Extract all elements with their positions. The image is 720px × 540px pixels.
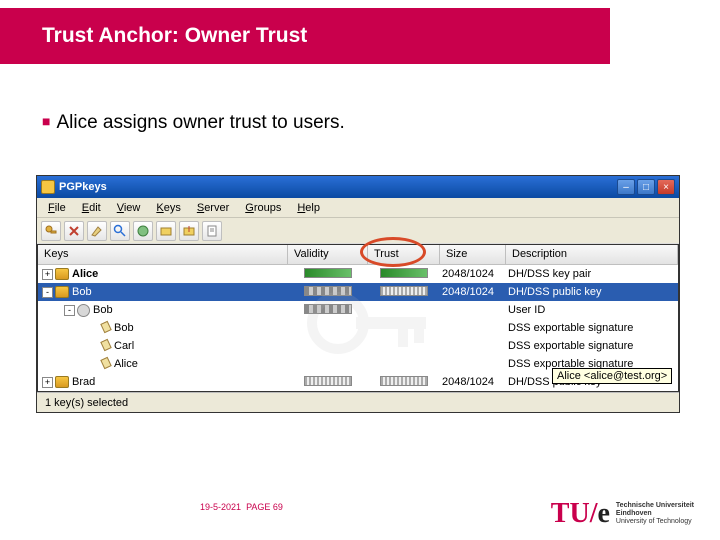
size-cell: 2048/1024 — [440, 376, 506, 388]
menu-groups[interactable]: Groups — [238, 200, 288, 216]
tue-logo: TU/e Technische Universiteit Eindhoven U… — [551, 498, 694, 530]
minimize-button[interactable]: – — [617, 179, 635, 195]
key-name: Bob — [114, 322, 134, 334]
user-icon — [77, 304, 90, 317]
toolbar-export-icon[interactable] — [179, 221, 199, 241]
key-row[interactable]: + Alice 2048/1024DH/DSS key pair — [38, 265, 678, 283]
validity-bar — [304, 268, 352, 278]
slide-title-bar: Trust Anchor: Owner Trust — [0, 8, 610, 64]
col-trust[interactable]: Trust — [368, 245, 440, 264]
slide-bullet: ■ Alice assigns owner trust to users. — [42, 112, 345, 134]
app-icon — [41, 180, 55, 194]
sig-icon — [99, 358, 111, 370]
toolbar-sign-icon[interactable] — [87, 221, 107, 241]
expand-toggle[interactable]: + — [42, 269, 53, 280]
key-name: Brad — [72, 376, 95, 388]
toolbar-server-icon[interactable] — [133, 221, 153, 241]
watermark-key-icon — [298, 285, 438, 405]
toolbar-search-icon[interactable] — [110, 221, 130, 241]
bullet-text: Alice assigns owner trust to users. — [56, 112, 344, 133]
desc-cell: DSS exportable signature — [506, 340, 678, 352]
grid-header: Keys Validity Trust Size Description — [38, 245, 678, 265]
toolbar-new-key-icon[interactable] — [41, 221, 61, 241]
trust-bar — [380, 268, 428, 278]
menu-help[interactable]: Help — [290, 200, 327, 216]
desc-cell: DSS exportable signature — [506, 322, 678, 334]
slide-footer: 19-5-2021 PAGE 69 — [200, 502, 283, 512]
expand-toggle[interactable]: - — [42, 287, 53, 298]
slide-title: Trust Anchor: Owner Trust — [42, 24, 307, 48]
pub-icon — [55, 376, 69, 388]
window-titlebar[interactable]: PGPkeys – □ × — [37, 176, 679, 198]
expand-toggle[interactable]: - — [64, 305, 75, 316]
desc-cell: User ID — [506, 304, 678, 316]
menu-view[interactable]: View — [110, 200, 148, 216]
desc-cell: DH/DSS key pair — [506, 268, 678, 280]
logo-text-e: e — [597, 498, 609, 529]
close-button[interactable]: × — [657, 179, 675, 195]
menu-bar: File Edit View Keys Server Groups Help — [37, 198, 679, 218]
toolbar — [37, 218, 679, 244]
tooltip: Alice <alice@test.org> — [552, 368, 672, 384]
col-size[interactable]: Size — [440, 245, 506, 264]
window-title: PGPkeys — [59, 181, 107, 193]
maximize-button[interactable]: □ — [637, 179, 655, 195]
size-cell: 2048/1024 — [440, 268, 506, 280]
toolbar-import-icon[interactable] — [156, 221, 176, 241]
toolbar-delete-icon[interactable] — [64, 221, 84, 241]
toolbar-properties-icon[interactable] — [202, 221, 222, 241]
expand-toggle[interactable]: + — [42, 377, 53, 388]
col-description[interactable]: Description — [506, 245, 678, 264]
logo-subtitle: Technische Universiteit Eindhoven Univer… — [616, 502, 694, 526]
bullet-icon: ■ — [42, 113, 50, 129]
key-name: Bob — [72, 286, 92, 298]
col-keys[interactable]: Keys — [38, 245, 288, 264]
key-name: Carl — [114, 340, 134, 352]
sig-icon — [99, 340, 111, 352]
pair-icon — [55, 268, 69, 280]
sig-icon — [99, 322, 111, 334]
logo-text-tu: TU/e — [551, 498, 610, 530]
menu-server[interactable]: Server — [190, 200, 236, 216]
key-name: Bob — [93, 304, 113, 316]
size-cell: 2048/1024 — [440, 286, 506, 298]
key-name: Alice — [72, 268, 98, 280]
footer-page: PAGE 69 — [246, 502, 283, 512]
menu-keys[interactable]: Keys — [149, 200, 187, 216]
menu-file[interactable]: File — [41, 200, 73, 216]
menu-edit[interactable]: Edit — [75, 200, 108, 216]
footer-date: 19-5-2021 — [200, 502, 241, 512]
desc-cell: DH/DSS public key — [506, 286, 678, 298]
status-text: 1 key(s) selected — [45, 397, 128, 409]
col-validity[interactable]: Validity — [288, 245, 368, 264]
pub-icon — [55, 286, 69, 298]
key-name: Alice — [114, 358, 138, 370]
